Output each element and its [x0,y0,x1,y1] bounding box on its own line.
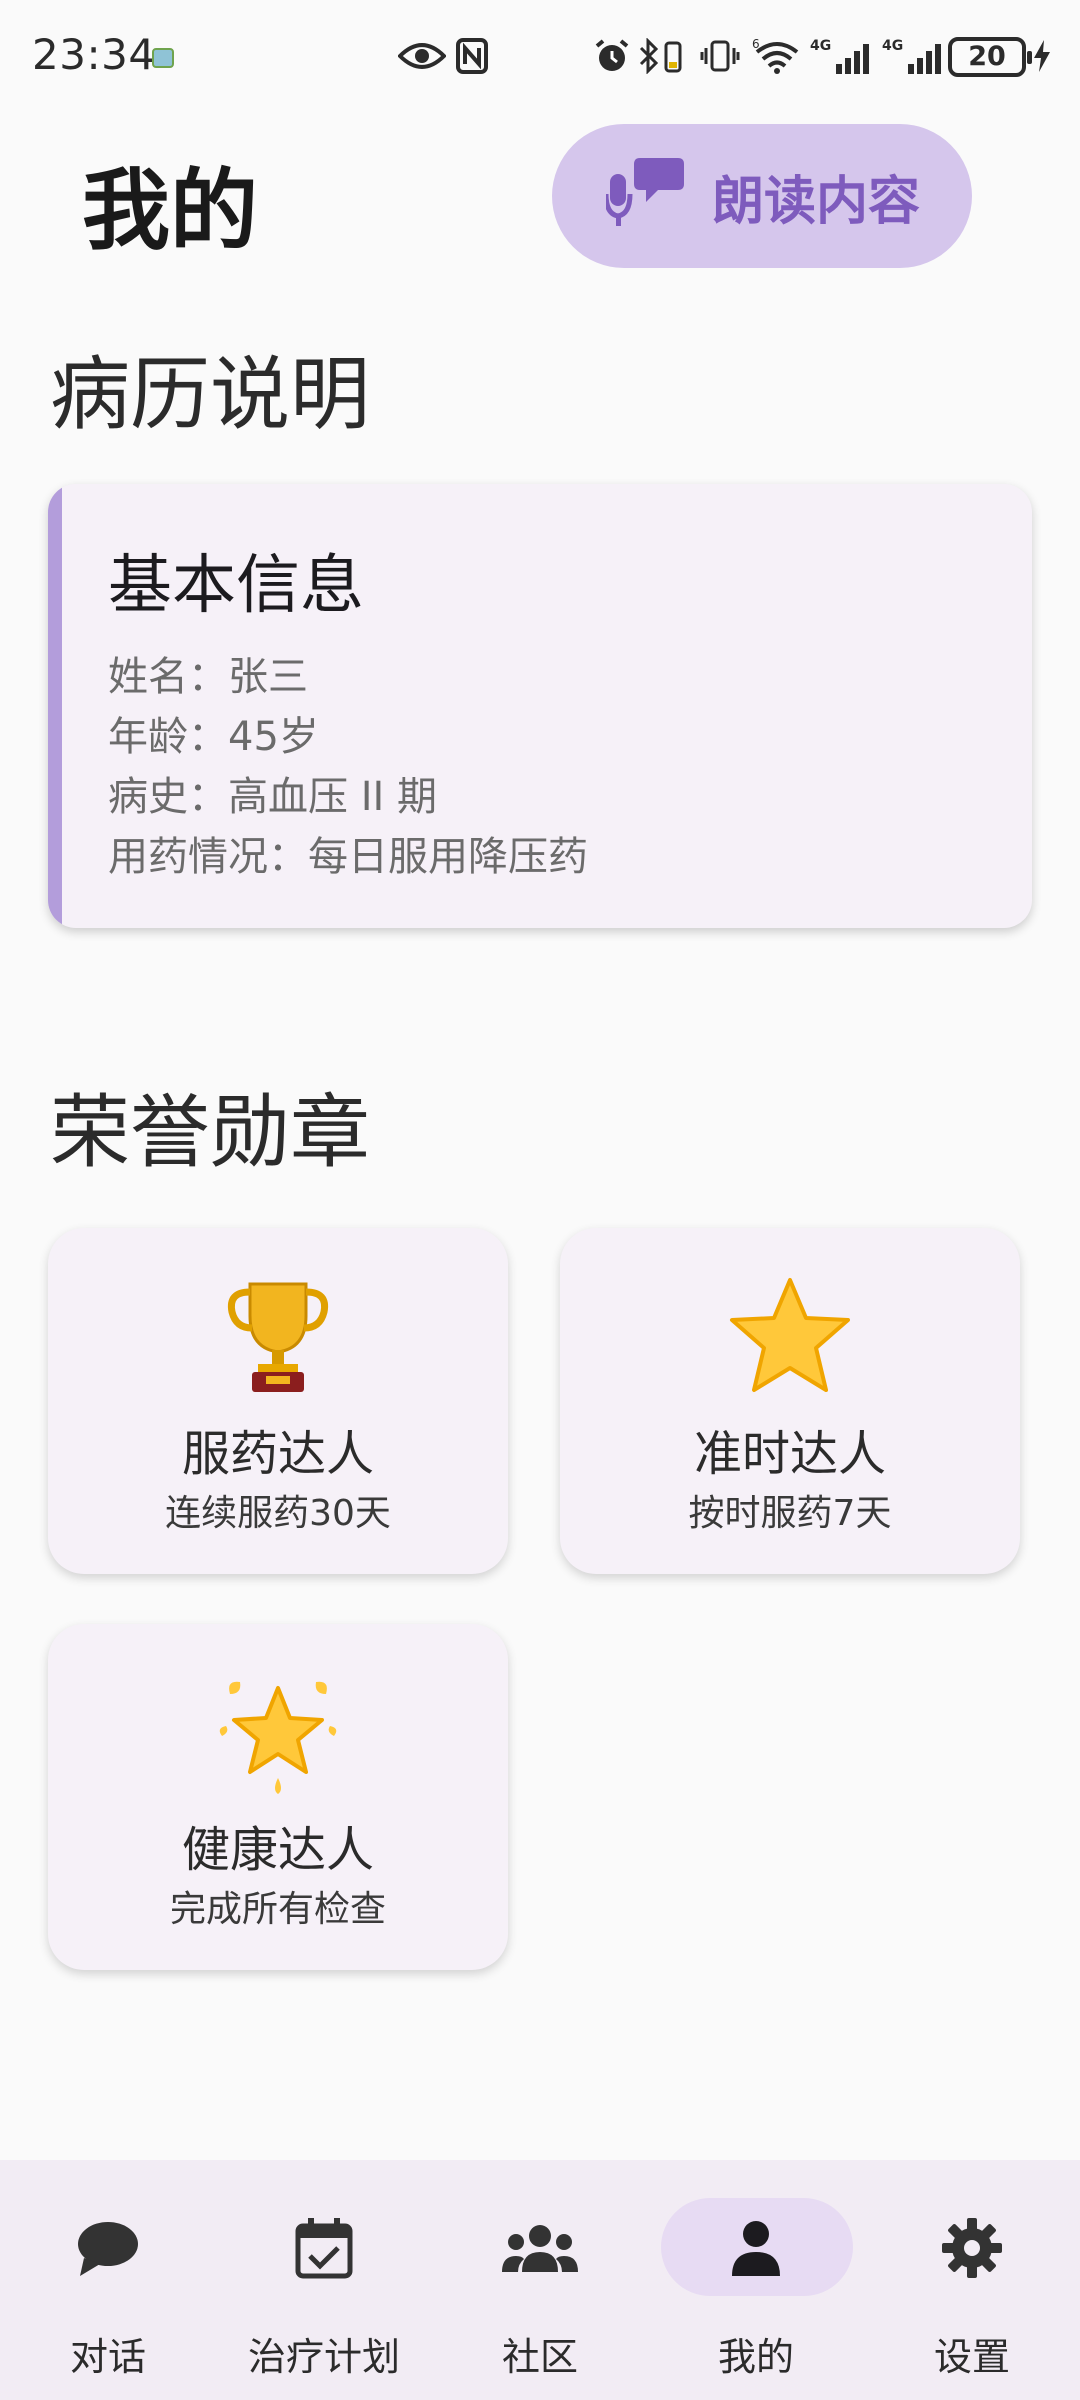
charging-icon [1032,34,1052,78]
nav-label: 对话 [69,2335,146,2379]
status-bar: 23:34 6 4G 4G 20 [0,0,1080,116]
info-age: 年龄：45岁 [108,714,319,760]
trophy-icon [48,1276,508,1396]
cellular-signal-1-icon: 4G [810,34,874,78]
nav-item-settings[interactable]: 设置 [864,2160,1080,2400]
info-history: 病史：高血压 II 期 [108,774,438,820]
eye-icon [398,34,446,78]
basic-info-title: 基本信息 [108,549,364,623]
medical-record-title: 病历说明 [50,348,370,441]
nav-label: 我的 [717,2335,794,2379]
badge-desc: 按时服药7天 [688,1493,892,1534]
badge-desc: 完成所有检查 [169,1889,386,1930]
bottom-navigation: 对话 治疗计划 社区 我的 设置 [0,2160,1080,2400]
nav-label: 社区 [501,2335,578,2379]
badge-name: 健康达人 [181,1822,374,1878]
read-aloud-label: 朗读内容 [712,171,921,232]
alarm-icon [594,34,630,78]
people-icon [432,2208,648,2288]
glowing-star-icon [48,1672,508,1794]
battery-saver-icon [664,34,682,78]
nfc-icon [456,34,488,78]
calendar-check-icon [216,2208,432,2288]
wifi-icon: 6 [752,34,802,78]
read-aloud-button[interactable]: 朗读内容 [552,124,972,268]
chat-bubble-icon [0,2208,216,2288]
star-icon [560,1276,1020,1396]
bluetooth-icon [638,34,660,78]
badge-desc: 连续服药30天 [165,1493,391,1534]
screen: 23:34 6 4G 4G 20 我的 朗读内容 病历说明 基本信息 姓名：张三… [0,0,1080,2400]
card-accent-bar [48,484,62,928]
nav-item-mine[interactable]: 我的 [648,2160,864,2400]
badges-title: 荣誉勋章 [50,1086,370,1179]
badge-card-punctual[interactable]: 准时达人 按时服药7天 [560,1228,1020,1574]
gear-icon [864,2208,1080,2288]
vibrate-icon [700,34,740,78]
wifi-gen-label: 6 [752,38,760,51]
nav-item-treatment-plan[interactable]: 治疗计划 [216,2160,432,2400]
network-2-label: 4G [882,38,903,54]
cellular-signal-2-icon: 4G [882,34,946,78]
voice-chat-icon [603,154,686,238]
badge-card-medication[interactable]: 服药达人 连续服药30天 [48,1228,508,1574]
app-notification-icon [152,48,174,68]
status-time: 23:34 [32,30,156,79]
battery-indicator: 20 [948,37,1032,77]
badge-card-health[interactable]: 健康达人 完成所有检查 [48,1624,508,1970]
page-title: 我的 [82,159,259,262]
nav-label: 治疗计划 [247,2335,400,2379]
nav-label: 设置 [933,2335,1010,2379]
network-1-label: 4G [810,38,831,54]
basic-info-card: 基本信息 姓名：张三 年龄：45岁 病史：高血压 II 期 用药情况：每日服用降… [48,484,1032,928]
person-icon [648,2208,864,2288]
nav-item-chat[interactable]: 对话 [0,2160,216,2400]
info-medication: 用药情况：每日服用降压药 [108,834,588,880]
badge-name: 服药达人 [181,1426,374,1482]
info-name: 姓名：张三 [108,654,308,700]
nav-item-community[interactable]: 社区 [432,2160,648,2400]
badge-name: 准时达人 [693,1426,886,1482]
